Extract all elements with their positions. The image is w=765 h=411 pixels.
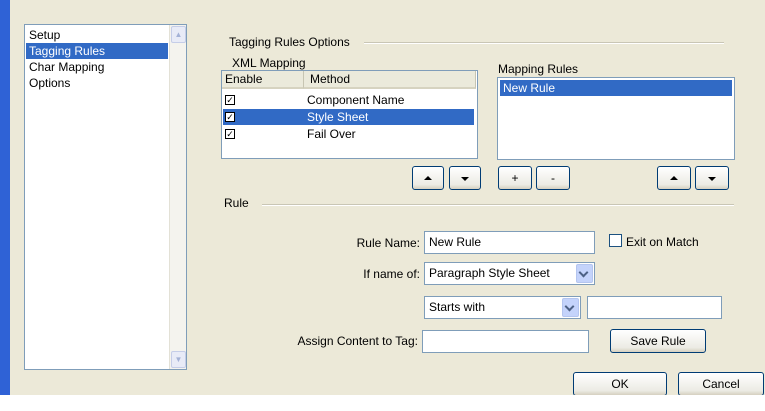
rule-divider (262, 204, 734, 206)
window-frame-left (0, 0, 10, 395)
arrow-up-icon (670, 176, 678, 180)
condition-value: Starts with (429, 300, 486, 314)
if-name-of-dropdown[interactable]: Paragraph Style Sheet (424, 262, 595, 285)
chevron-down-icon (578, 267, 589, 278)
if-name-of-label: If name of: (363, 267, 420, 281)
chevron-down-icon (564, 301, 575, 312)
condition-dropdown[interactable]: Starts with (424, 296, 581, 319)
xml-move-up-button[interactable] (412, 166, 444, 190)
enable-checkbox[interactable]: ✓ (225, 95, 235, 105)
method-label: Fail Over (307, 127, 356, 141)
rule-move-up-button[interactable] (657, 166, 691, 190)
column-header-enable[interactable]: Enable (222, 71, 304, 89)
rule-move-down-button[interactable] (695, 166, 729, 190)
column-header-method[interactable]: Method (304, 71, 476, 89)
exit-on-match-label[interactable]: Exit on Match (626, 235, 699, 249)
remove-rule-button[interactable]: - (536, 166, 570, 190)
enable-checkbox[interactable]: ✓ (225, 129, 235, 139)
dropdown-button[interactable] (576, 264, 593, 283)
xml-mapping-list[interactable]: Enable Method ✓ Component Name ✓ Style S… (221, 70, 478, 159)
category-list[interactable]: Setup Tagging Rules Char Mapping Options… (24, 24, 187, 370)
arrow-up-icon (424, 176, 432, 180)
xml-row-style-sheet[interactable]: ✓ Style Sheet (223, 109, 474, 125)
rule-name-field[interactable]: New Rule (424, 231, 595, 254)
xml-row-fail-over[interactable]: ✓ Fail Over (223, 126, 474, 142)
method-label: Style Sheet (307, 110, 369, 124)
mapping-rules-list[interactable]: New Rule (497, 77, 735, 160)
condition-text-field[interactable] (587, 296, 722, 319)
add-rule-button[interactable]: + (498, 166, 532, 190)
xml-move-down-button[interactable] (449, 166, 481, 190)
dropdown-button[interactable] (562, 298, 579, 317)
xml-row-component-name[interactable]: ✓ Component Name (223, 92, 474, 108)
category-item-setup[interactable]: Setup (26, 27, 168, 43)
category-item-char-mapping[interactable]: Char Mapping (26, 59, 168, 75)
tagging-rules-options-title: Tagging Rules Options (229, 35, 350, 49)
xml-mapping-label: XML Mapping (232, 56, 306, 70)
group-divider (364, 42, 724, 44)
save-rule-button[interactable]: Save Rule (610, 329, 706, 353)
mapping-rule-item[interactable]: New Rule (500, 80, 732, 96)
category-item-options[interactable]: Options (26, 75, 168, 91)
arrow-down-icon (708, 177, 716, 181)
scroll-down-icon[interactable]: ▼ (171, 351, 186, 368)
ok-button[interactable]: OK (573, 372, 667, 396)
enable-checkbox[interactable]: ✓ (225, 112, 235, 122)
category-list-scrollbar[interactable]: ▲ ▼ (169, 25, 186, 369)
assign-content-field[interactable] (422, 330, 589, 353)
tagging-rules-dialog: Setup Tagging Rules Char Mapping Options… (0, 0, 765, 411)
rule-name-label: Rule Name: (356, 236, 420, 250)
method-label: Component Name (307, 93, 405, 107)
if-name-of-value: Paragraph Style Sheet (429, 266, 550, 280)
cancel-button[interactable]: Cancel (678, 372, 764, 396)
exit-on-match-checkbox[interactable] (609, 234, 622, 247)
scroll-up-icon[interactable]: ▲ (171, 26, 186, 43)
arrow-down-icon (461, 177, 469, 181)
mapping-rules-label: Mapping Rules (498, 62, 579, 76)
bottom-edge (0, 395, 765, 411)
rule-group-title: Rule (224, 196, 249, 210)
category-item-tagging-rules[interactable]: Tagging Rules (26, 43, 168, 59)
assign-content-label: Assign Content to Tag: (297, 334, 418, 348)
